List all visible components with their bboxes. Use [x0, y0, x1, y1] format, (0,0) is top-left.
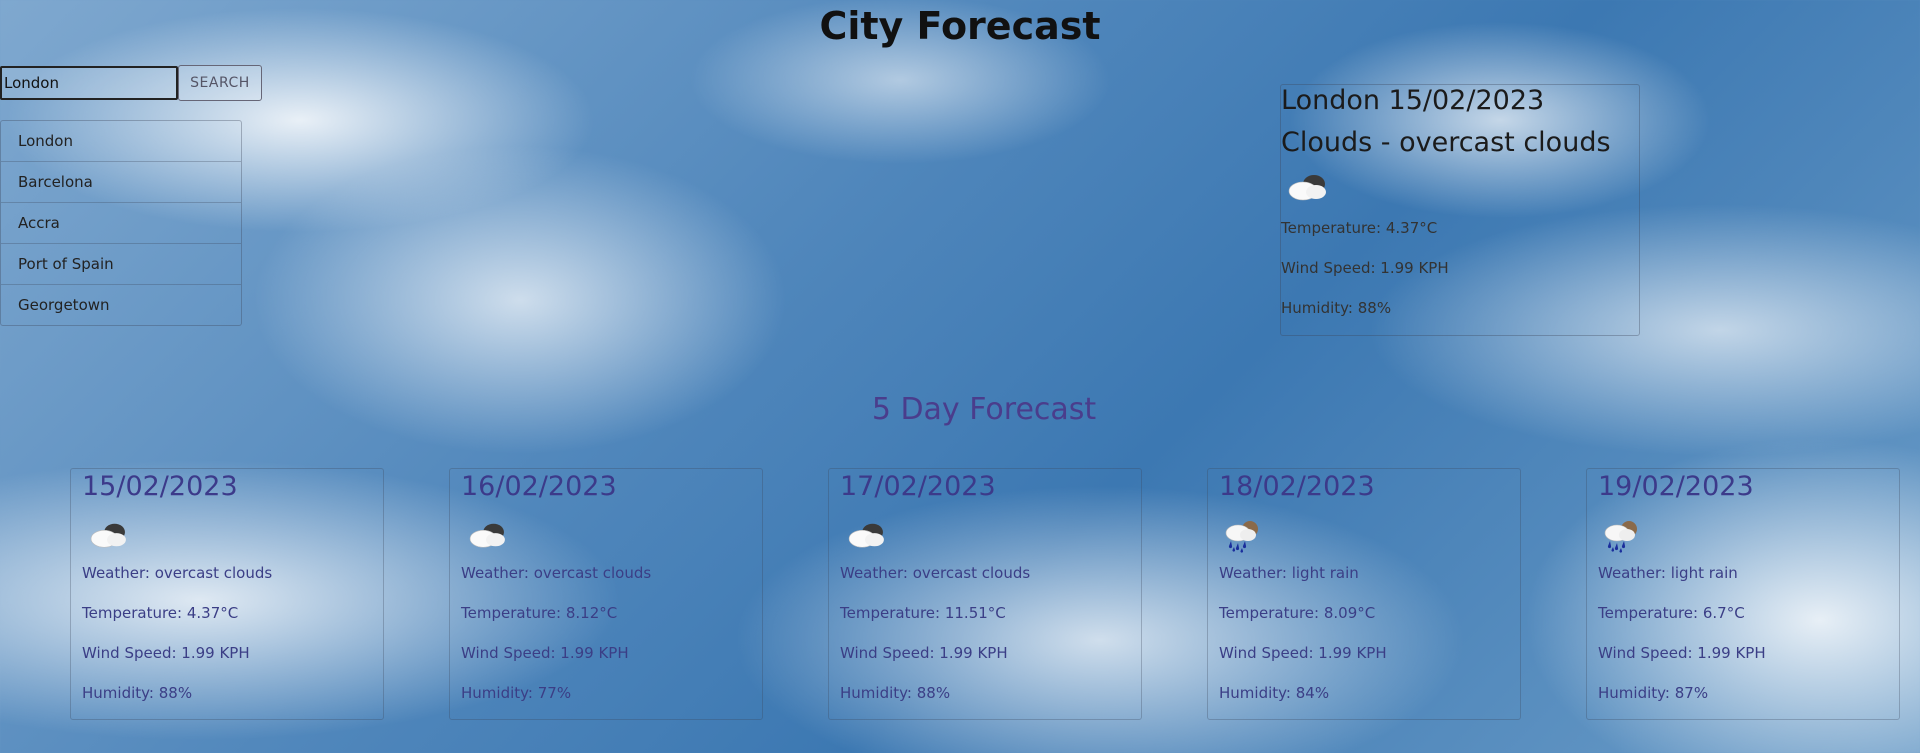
forecast-card: 15/02/2023 Weather: overcast clouds Temp…: [70, 468, 384, 720]
forecast-weather: Weather: light rain: [1219, 564, 1359, 582]
forecast-card: 17/02/2023 Weather: overcast clouds Temp…: [828, 468, 1142, 720]
search-history-list: London Barcelona Accra Port of Spain Geo…: [0, 120, 242, 326]
overcast-clouds-icon: [85, 519, 131, 555]
history-item-port-of-spain[interactable]: Port of Spain: [1, 244, 241, 285]
forecast-date: 17/02/2023: [840, 471, 996, 502]
forecast-humidity: Humidity: 88%: [840, 684, 951, 702]
light-rain-icon: [1601, 519, 1643, 557]
overcast-clouds-icon: [1283, 170, 1331, 208]
forecast-card: 18/02/2023 Weather: light rain Temperatu…: [1207, 468, 1521, 720]
forecast-date: 19/02/2023: [1598, 471, 1754, 502]
forecast-wind: Wind Speed: 1.99 KPH: [1598, 644, 1766, 662]
history-item-london[interactable]: London: [1, 121, 241, 162]
forecast-humidity: Humidity: 84%: [1219, 684, 1330, 702]
overcast-clouds-icon: [843, 519, 889, 555]
search-button[interactable]: SEARCH: [178, 65, 262, 101]
forecast-temperature: Temperature: 6.7°C: [1598, 604, 1745, 622]
overcast-clouds-icon: [464, 519, 510, 555]
current-wind: Wind Speed: 1.99 KPH: [1281, 259, 1449, 277]
forecast-weather: Weather: light rain: [1598, 564, 1738, 582]
forecast-temperature: Temperature: 4.37°C: [82, 604, 239, 622]
forecast-temperature: Temperature: 11.51°C: [840, 604, 1006, 622]
search-input[interactable]: [0, 66, 178, 100]
forecast-wind: Wind Speed: 1.99 KPH: [461, 644, 629, 662]
forecast-date: 15/02/2023: [82, 471, 238, 502]
current-weather-card: London 15/02/2023 Clouds - overcast clou…: [1280, 84, 1640, 336]
forecast-date: 18/02/2023: [1219, 471, 1375, 502]
forecast-heading: 5 Day Forecast: [871, 392, 1097, 427]
forecast-weather: Weather: overcast clouds: [840, 564, 1031, 582]
history-item-barcelona[interactable]: Barcelona: [1, 162, 241, 203]
current-humidity: Humidity: 88%: [1281, 299, 1392, 317]
history-item-georgetown[interactable]: Georgetown: [1, 285, 241, 325]
forecast-humidity: Humidity: 88%: [82, 684, 193, 702]
forecast-wind: Wind Speed: 1.99 KPH: [82, 644, 250, 662]
light-rain-icon: [1222, 519, 1264, 557]
forecast-wind: Wind Speed: 1.99 KPH: [840, 644, 1008, 662]
forecast-card: 16/02/2023 Weather: overcast clouds Temp…: [449, 468, 763, 720]
forecast-temperature: Temperature: 8.12°C: [461, 604, 618, 622]
forecast-temperature: Temperature: 8.09°C: [1219, 604, 1376, 622]
forecast-weather: Weather: overcast clouds: [461, 564, 652, 582]
page-title: City Forecast: [819, 4, 1101, 48]
history-item-accra[interactable]: Accra: [1, 203, 241, 244]
forecast-weather: Weather: overcast clouds: [82, 564, 273, 582]
current-city-date: London 15/02/2023: [1281, 85, 1545, 116]
forecast-humidity: Humidity: 77%: [461, 684, 572, 702]
current-temperature: Temperature: 4.37°C: [1281, 219, 1438, 237]
forecast-humidity: Humidity: 87%: [1598, 684, 1709, 702]
forecast-wind: Wind Speed: 1.99 KPH: [1219, 644, 1387, 662]
forecast-date: 16/02/2023: [461, 471, 617, 502]
search-bar: SEARCH: [0, 65, 262, 101]
current-condition: Clouds - overcast clouds: [1281, 127, 1611, 158]
forecast-card: 19/02/2023 Weather: light rain Temperatu…: [1586, 468, 1900, 720]
